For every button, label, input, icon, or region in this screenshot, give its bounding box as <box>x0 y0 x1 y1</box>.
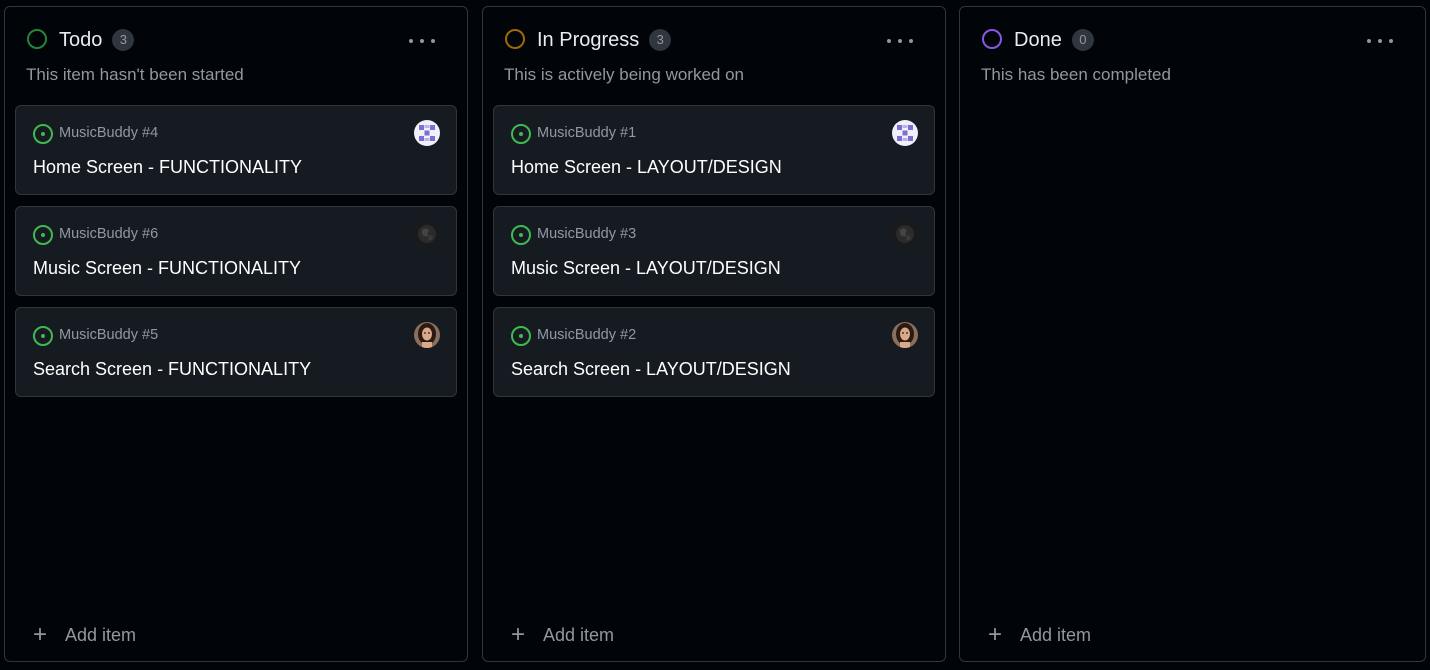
plus-icon: + <box>32 621 47 648</box>
column-title: Done 0 <box>1014 28 1094 52</box>
issue-reference[interactable]: MusicBuddy #1 <box>537 125 636 141</box>
item-count-badge: 3 <box>649 29 672 51</box>
column-title-text: Done <box>1014 29 1062 51</box>
column-title-text: In Progress <box>537 29 640 51</box>
issue-title[interactable]: Music Screen - FUNCTIONALITY <box>33 258 301 279</box>
add-item-label: Add item <box>65 624 137 645</box>
column-title: In Progress 3 <box>537 28 672 52</box>
column-options-icon[interactable] <box>409 31 435 51</box>
column-title: Todo 3 <box>59 28 135 52</box>
globe-avatar[interactable] <box>892 221 918 247</box>
status-circle-icon <box>982 29 1002 49</box>
item-count-badge: 3 <box>112 29 135 51</box>
column-in-progress: In Progress 3 This is actively being work… <box>482 6 946 662</box>
column-options-icon[interactable] <box>887 31 913 51</box>
issue-reference[interactable]: MusicBuddy #6 <box>59 226 158 242</box>
add-item-button[interactable]: + Add item <box>985 623 1091 647</box>
person-avatar[interactable] <box>892 322 918 348</box>
issue-title[interactable]: Home Screen - LAYOUT/DESIGN <box>511 157 782 178</box>
issue-reference[interactable]: MusicBuddy #4 <box>59 125 158 141</box>
column-options-icon[interactable] <box>1367 31 1393 51</box>
plus-icon: + <box>987 621 1002 648</box>
column-description: This has been completed <box>981 65 1171 84</box>
issue-card[interactable]: MusicBuddy #6 Music Screen - FUNCTIONALI… <box>15 206 457 296</box>
open-issue-icon <box>33 326 53 346</box>
column-description: This item hasn't been started <box>26 65 244 84</box>
globe-avatar[interactable] <box>414 221 440 247</box>
open-issue-icon <box>511 225 531 245</box>
card-list: MusicBuddy #4 Home Screen - FUNCTIONALIT… <box>15 105 457 408</box>
column-title-text: Todo <box>59 29 103 51</box>
open-issue-icon <box>511 124 531 144</box>
add-item-button[interactable]: + Add item <box>30 623 136 647</box>
project-board: Todo 3 This item hasn't been started Musi… <box>0 0 1430 670</box>
pixel-avatar[interactable] <box>892 120 918 146</box>
open-issue-icon <box>511 326 531 346</box>
column-header: Todo 3 This item hasn't been started <box>5 7 467 103</box>
issue-reference[interactable]: MusicBuddy #3 <box>537 226 636 242</box>
add-item-label: Add item <box>1020 624 1092 645</box>
issue-card[interactable]: MusicBuddy #5 Search Screen - FUNCTIONAL… <box>15 307 457 397</box>
issue-reference[interactable]: MusicBuddy #2 <box>537 327 636 343</box>
issue-card[interactable]: MusicBuddy #4 Home Screen - FUNCTIONALIT… <box>15 105 457 195</box>
issue-title[interactable]: Home Screen - FUNCTIONALITY <box>33 157 302 178</box>
item-count-badge: 0 <box>1071 29 1094 51</box>
issue-title[interactable]: Music Screen - LAYOUT/DESIGN <box>511 258 781 279</box>
column-header: In Progress 3 This is actively being work… <box>483 7 945 103</box>
person-avatar[interactable] <box>414 322 440 348</box>
column-done: Done 0 This has been completed + Add item <box>959 6 1426 662</box>
column-header: Done 0 This has been completed <box>960 7 1425 103</box>
issue-card[interactable]: MusicBuddy #1 Home Screen - LAYOUT/DESIG… <box>493 105 935 195</box>
column-todo: Todo 3 This item hasn't been started Musi… <box>4 6 468 662</box>
open-issue-icon <box>33 225 53 245</box>
status-circle-icon <box>27 29 47 49</box>
add-item-button[interactable]: + Add item <box>508 623 614 647</box>
open-issue-icon <box>33 124 53 144</box>
pixel-avatar[interactable] <box>414 120 440 146</box>
issue-title[interactable]: Search Screen - FUNCTIONALITY <box>33 359 311 380</box>
issue-card[interactable]: MusicBuddy #2 Search Screen - LAYOUT/DES… <box>493 307 935 397</box>
status-circle-icon <box>505 29 525 49</box>
issue-card[interactable]: MusicBuddy #3 Music Screen - LAYOUT/DESI… <box>493 206 935 296</box>
column-description: This is actively being worked on <box>504 65 745 84</box>
issue-reference[interactable]: MusicBuddy #5 <box>59 327 158 343</box>
issue-title[interactable]: Search Screen - LAYOUT/DESIGN <box>511 359 791 380</box>
plus-icon: + <box>510 621 525 648</box>
card-list: MusicBuddy #1 Home Screen - LAYOUT/DESIG… <box>493 105 935 408</box>
add-item-label: Add item <box>543 624 615 645</box>
